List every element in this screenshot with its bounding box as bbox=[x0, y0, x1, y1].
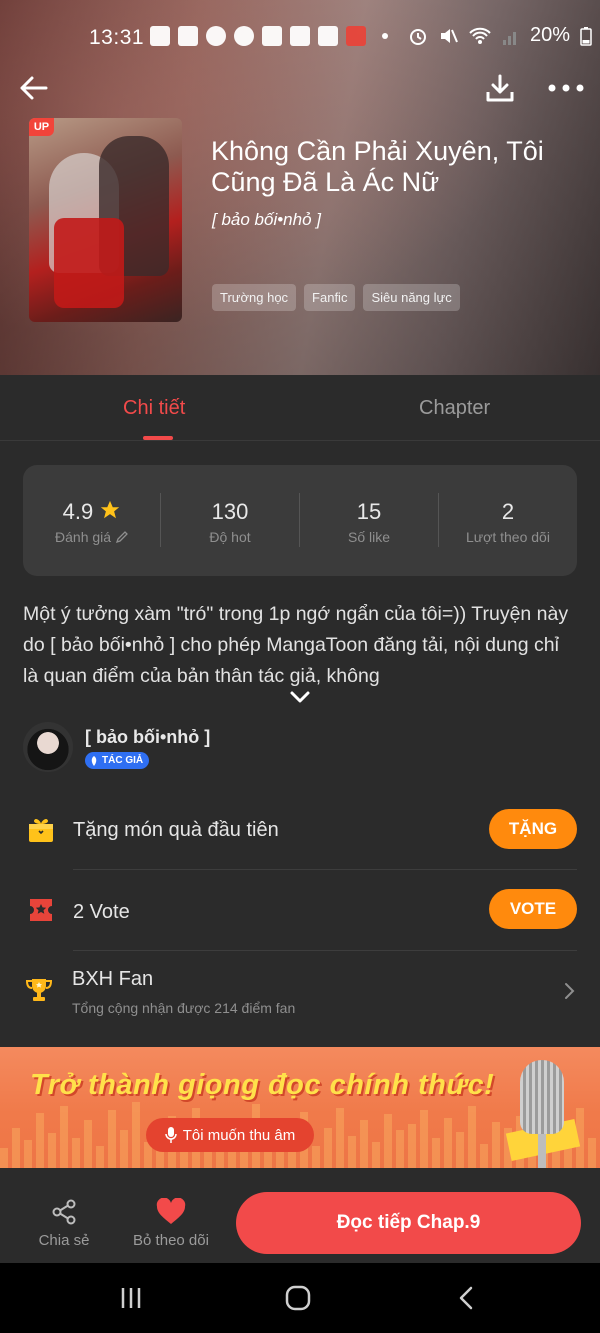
mangatoon-icon bbox=[346, 26, 366, 46]
record-button[interactable]: Tôi muốn thu âm bbox=[146, 1118, 314, 1152]
more-options-icon[interactable] bbox=[546, 78, 586, 98]
unfollow-label: Bỏ theo dõi bbox=[133, 1232, 209, 1249]
ticket-icon bbox=[30, 899, 52, 921]
notification-icons bbox=[150, 26, 388, 46]
active-tab-indicator bbox=[143, 436, 173, 440]
continue-reading-button[interactable]: Đọc tiếp Chap.9 bbox=[236, 1192, 581, 1254]
wifi-icon bbox=[469, 27, 491, 44]
gift-text: Tặng món quà đầu tiên bbox=[73, 819, 279, 841]
fan-ranking-subtitle: Tổng cộng nhận được 214 điểm fan bbox=[72, 1000, 296, 1016]
author-avatar[interactable] bbox=[23, 722, 73, 772]
likes-value: 15 bbox=[356, 499, 382, 524]
microphone-icon bbox=[164, 1127, 177, 1143]
share-button[interactable]: Chia sẻ bbox=[24, 1198, 104, 1249]
signal-icon bbox=[503, 31, 516, 45]
download-icon[interactable] bbox=[484, 72, 516, 104]
author-badge-label: TÁC GIẢ bbox=[102, 755, 144, 766]
gift-icon bbox=[29, 819, 53, 842]
battery-icon bbox=[580, 26, 592, 46]
likes-label: Số like bbox=[347, 529, 391, 545]
tag-school[interactable]: Trường học bbox=[212, 284, 297, 311]
share-icon bbox=[52, 1199, 76, 1225]
gift-button[interactable]: TẶNG bbox=[489, 809, 577, 849]
shield-icon bbox=[290, 26, 310, 46]
status-bar: 13:31 20% bbox=[0, 20, 600, 56]
vote-text: 2 Vote bbox=[73, 901, 130, 923]
app-icon bbox=[206, 26, 226, 46]
followers-label: Lượt theo dõi bbox=[466, 529, 550, 545]
alarm-icon bbox=[410, 28, 426, 45]
rating-value: 4.9 bbox=[62, 499, 94, 524]
author-badge: TÁC GIẢ bbox=[85, 752, 150, 769]
author-name[interactable]: [ bảo bối•nhỏ ] bbox=[85, 727, 210, 748]
stat-rating[interactable]: 4.9 Đánh giá bbox=[23, 465, 161, 576]
microphone-illustration bbox=[520, 1060, 564, 1134]
system-status: 20% bbox=[408, 24, 592, 47]
genre-tags: Trường học Fanfic Siêu năng lực bbox=[212, 284, 460, 311]
rating-label: Đánh giá bbox=[55, 529, 112, 545]
book-author[interactable]: [ bảo bối•nhỏ ] bbox=[212, 210, 321, 230]
star-icon bbox=[101, 500, 120, 519]
heart-icon bbox=[156, 1198, 186, 1224]
quill-icon bbox=[91, 755, 97, 766]
tab-bar: Chi tiết Chapter bbox=[0, 375, 600, 441]
fan-ranking-title: BXH Fan bbox=[72, 968, 154, 990]
stat-hot: 130 Độ hot bbox=[161, 465, 299, 576]
mute-icon bbox=[441, 28, 458, 43]
tag-fanfic[interactable]: Fanfic bbox=[304, 284, 356, 311]
banner-title: Trở thành giọng đọc chính thức! bbox=[30, 1069, 495, 1101]
edit-icon[interactable] bbox=[115, 530, 129, 544]
book-description: Một ý tưởng xàm "tró" trong 1p ngớ ngẩn … bbox=[23, 603, 569, 687]
facebook-icon bbox=[178, 26, 198, 46]
chevron-right-icon bbox=[565, 983, 575, 999]
stats-card: 4.9 Đánh giá 130 Độ hot 15 Số like 2 Lượ… bbox=[23, 465, 577, 576]
hot-label: Độ hot bbox=[209, 529, 251, 545]
message-icon bbox=[150, 26, 170, 46]
back-arrow-icon[interactable] bbox=[16, 70, 52, 106]
followers-value: 2 bbox=[501, 499, 515, 524]
chevron-down-icon[interactable] bbox=[288, 688, 312, 706]
book-title: Không Cần Phải Xuyên, Tôi Cũng Đã Là Ác … bbox=[211, 136, 544, 197]
chat-bubble-icon bbox=[234, 26, 254, 46]
home-icon[interactable] bbox=[284, 1284, 312, 1312]
system-nav-bar bbox=[0, 1263, 600, 1333]
recent-apps-icon[interactable] bbox=[118, 1285, 144, 1311]
dot-icon bbox=[382, 33, 388, 39]
update-badge: UP bbox=[29, 118, 54, 136]
status-time: 13:31 bbox=[89, 26, 145, 49]
stat-followers: 2 Lượt theo dõi bbox=[439, 465, 577, 576]
record-button-label: Tôi muốn thu âm bbox=[182, 1126, 296, 1144]
tab-details[interactable]: Chi tiết bbox=[123, 397, 185, 420]
hot-value: 130 bbox=[211, 499, 249, 524]
unfollow-button[interactable]: Bỏ theo dõi bbox=[131, 1198, 211, 1249]
tag-superpower[interactable]: Siêu năng lực bbox=[363, 284, 460, 311]
tab-chapter[interactable]: Chapter bbox=[419, 397, 490, 420]
stat-likes: 15 Số like bbox=[300, 465, 438, 576]
shield-icon bbox=[318, 26, 338, 46]
tiktok-icon bbox=[262, 26, 282, 46]
share-label: Chia sẻ bbox=[38, 1232, 90, 1249]
vote-button[interactable]: VOTE bbox=[489, 889, 577, 929]
book-cover[interactable]: UP bbox=[29, 118, 182, 322]
fan-ranking-row[interactable]: BXH Fan Tổng cộng nhận được 214 điểm fan bbox=[23, 965, 577, 1025]
back-nav-icon[interactable] bbox=[456, 1285, 476, 1311]
trophy-icon bbox=[25, 979, 53, 1001]
battery-text: 20% bbox=[530, 24, 571, 46]
